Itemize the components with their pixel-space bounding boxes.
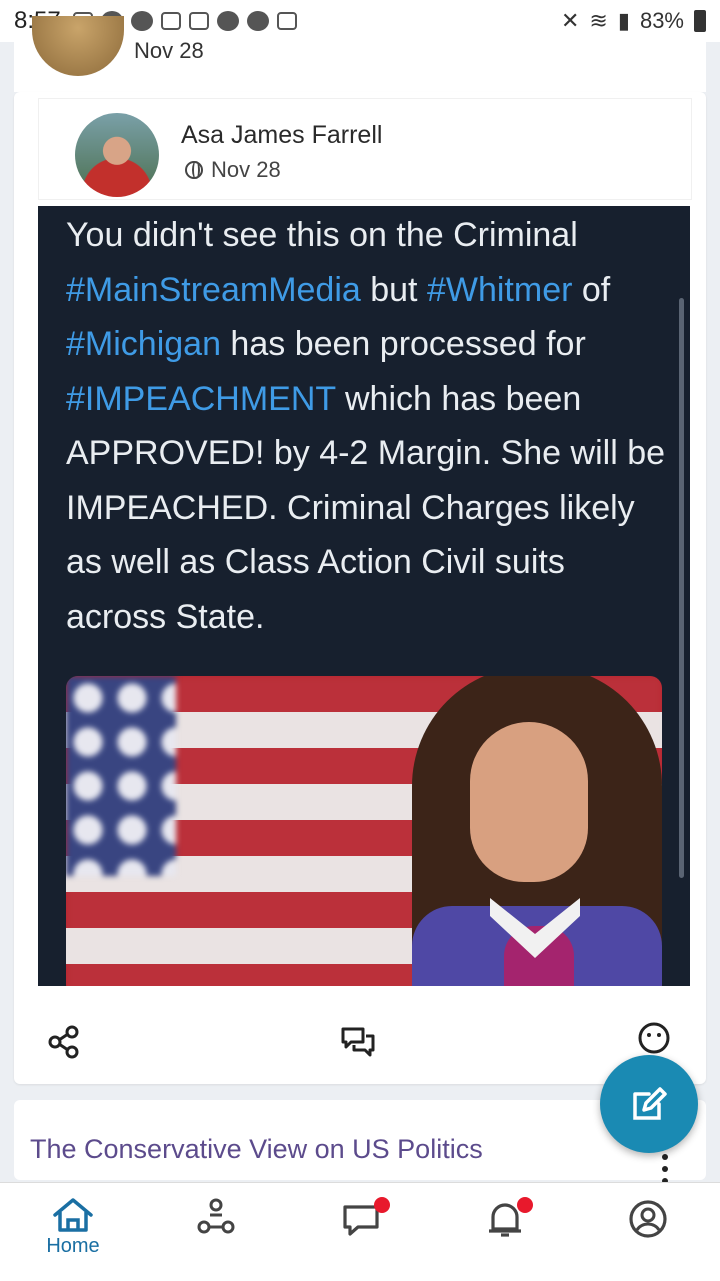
post-date: Nov 28	[211, 157, 281, 182]
battery-icon	[694, 10, 706, 32]
mute-icon: ✕	[560, 8, 580, 33]
tweet-text: You didn't see this on the Criminal #Mai…	[66, 208, 666, 644]
nav-notifications[interactable]	[465, 1197, 545, 1277]
post-image[interactable]: You didn't see this on the Criminal #Mai…	[38, 206, 690, 986]
p-app-icon	[246, 11, 269, 31]
post-header: Asa James Farrell Nov 28	[38, 98, 692, 200]
post-meta: Nov 28	[185, 157, 281, 183]
groups-icon	[197, 1198, 235, 1234]
face	[470, 722, 588, 882]
hashtag: #IMPEACHMENT	[66, 379, 336, 418]
nav-profile[interactable]	[608, 1197, 688, 1277]
previous-post-card: Nov 28	[14, 16, 706, 92]
tweet-text-part: of	[572, 270, 611, 309]
notification-dot	[517, 1197, 533, 1213]
post-date: Nov 28	[134, 38, 204, 63]
battery-percent: 83%	[639, 8, 684, 33]
wifi-icon: ≋	[589, 8, 608, 33]
notification-dot	[374, 1197, 390, 1213]
comment-icon	[341, 1027, 375, 1057]
signal-icon: ▮	[617, 8, 630, 33]
hashtag: #Michigan	[66, 325, 221, 363]
globe-icon	[185, 161, 203, 179]
home-icon	[53, 1198, 93, 1232]
scrollbar[interactable]	[679, 298, 684, 878]
post-card: Asa James Farrell Nov 28 You didn't see …	[14, 92, 706, 1084]
compose-button[interactable]	[600, 1055, 698, 1153]
edit-icon	[633, 1087, 667, 1120]
author-name[interactable]: Asa James Farrell	[181, 121, 382, 150]
hashtag: #MainStreamMedia	[66, 270, 361, 309]
nav-messages[interactable]	[322, 1197, 402, 1277]
nav-home-label: Home	[46, 1235, 100, 1257]
nav-home[interactable]: Home	[33, 1197, 113, 1277]
tweet-text-part: has been processed for	[220, 325, 586, 363]
tweet-text-part: but	[360, 270, 427, 309]
bottom-nav: Home	[0, 1182, 720, 1281]
chat-bubble-icon	[130, 11, 153, 31]
avatar[interactable]	[32, 16, 124, 76]
photo	[66, 676, 662, 986]
person-photo	[412, 676, 662, 986]
app-icon	[160, 12, 181, 30]
profile-icon	[629, 1200, 667, 1238]
hashtag: #Whitmer	[426, 270, 573, 309]
comment-button[interactable]	[338, 1022, 378, 1062]
p-app-icon	[216, 11, 239, 31]
nav-groups[interactable]	[176, 1197, 256, 1277]
tweet-text-part: You didn't see this on the Criminal	[66, 216, 578, 254]
status-right: ✕ ≋ ▮ 83%	[561, 0, 706, 42]
post-actions	[14, 1012, 706, 1072]
image-icon	[276, 12, 297, 30]
group-name[interactable]: The Conservative View on US Politics	[30, 1134, 483, 1165]
smiley-icon	[638, 1022, 670, 1054]
share-button[interactable]	[44, 1022, 84, 1062]
reaction-button[interactable]	[634, 1018, 674, 1058]
mail-icon	[188, 12, 209, 30]
avatar[interactable]	[75, 113, 159, 197]
share-icon	[48, 1025, 79, 1059]
